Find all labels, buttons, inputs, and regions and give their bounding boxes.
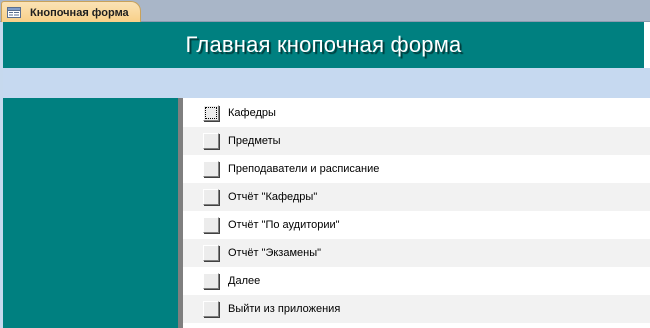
switchboard-item[interactable]: Далее (183, 267, 650, 295)
switchboard-item[interactable]: Отчёт "Кафедры" (183, 183, 650, 211)
form-header: Главная кнопочная форма (3, 22, 644, 68)
switchboard-item-label: Далее (228, 275, 261, 287)
switchboard-item-label: Преподаватели и расписание (228, 163, 380, 175)
form-title: Главная кнопочная форма (185, 32, 462, 57)
switchboard-button[interactable] (203, 273, 219, 289)
switchboard-item[interactable]: Предметы (183, 127, 650, 155)
switchboard-item-label: Отчёт "Экзамены" (228, 247, 322, 259)
switchboard-item[interactable]: Преподаватели и расписание (183, 155, 650, 183)
switchboard-button[interactable] (203, 161, 219, 177)
tab-label: Кнопочная форма (30, 6, 129, 19)
document-tab-strip: Кнопочная форма (0, 0, 650, 23)
switchboard-item[interactable]: Отчёт "По аудитории" (183, 211, 650, 239)
switchboard-item-label: Выйти из приложения (228, 303, 341, 315)
switchboard-item[interactable]: Кафедры (183, 99, 650, 127)
tab-switchboard-form[interactable]: Кнопочная форма (1, 1, 141, 23)
header-band (3, 68, 650, 98)
switchboard-items: Кафедры Предметы Преподаватели и расписа… (183, 99, 650, 328)
switchboard-item[interactable]: Выйти из приложения (183, 295, 650, 323)
switchboard-button[interactable] (203, 217, 219, 233)
switchboard-button[interactable] (203, 133, 219, 149)
switchboard-item-label: Предметы (228, 135, 281, 147)
switchboard-button[interactable] (203, 245, 219, 261)
side-panel (3, 98, 178, 328)
switchboard-item-label: Кафедры (228, 107, 276, 119)
switchboard-item[interactable]: Отчёт "Экзамены" (183, 239, 650, 267)
switchboard-button[interactable] (203, 189, 219, 205)
switchboard-item-label: Отчёт "По аудитории" (228, 219, 340, 231)
switchboard-button[interactable] (203, 105, 219, 121)
form-icon (7, 7, 21, 18)
switchboard-button[interactable] (203, 301, 219, 317)
switchboard-item-label: Отчёт "Кафедры" (228, 191, 318, 203)
